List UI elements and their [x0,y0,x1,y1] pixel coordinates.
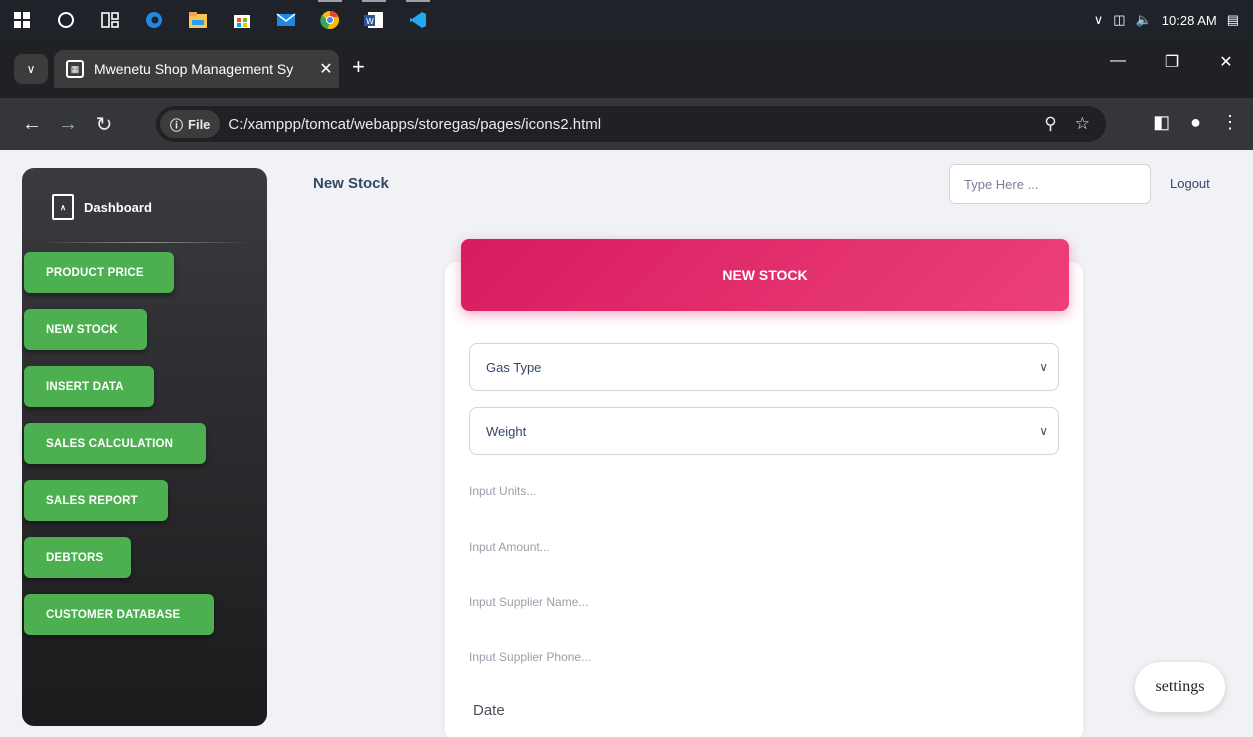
forward-icon[interactable]: → [50,113,86,136]
word-icon[interactable]: W [352,0,396,40]
svg-text:W: W [366,17,374,26]
new-tab-icon[interactable]: + [352,54,365,80]
browser-tab[interactable]: ▦ Mwenetu Shop Management Sy ✕ [54,50,339,88]
browser-tabstrip: ∨ ▦ Mwenetu Shop Management Sy ✕ + — ❐ ✕ [0,40,1253,98]
system-tray: ∨ ◫ 🔈 10:28 AM ▤ [1094,12,1253,28]
bookmark-star-icon[interactable]: ☆ [1075,114,1090,134]
weight-select[interactable]: Weight ∨ [469,407,1059,455]
search-circle-icon[interactable] [44,0,88,40]
restore-icon[interactable]: ❐ [1145,52,1199,72]
supplier-name-input[interactable]: Input Supplier Name... [469,595,588,609]
menu-kebab-icon[interactable]: ⋮ [1221,112,1239,133]
sidebar: ∧ Dashboard PRODUCT PRICE NEW STOCK INSE… [22,168,267,726]
file-explorer-icon[interactable] [176,0,220,40]
url-text[interactable]: C:/xamppp/tomcat/webapps/storegas/pages/… [228,116,601,133]
site-info-label: File [188,116,211,132]
site-info-chip[interactable]: ⓘ File [160,110,221,138]
side-panel-icon[interactable]: ◧ [1153,112,1170,133]
store-icon[interactable] [220,0,264,40]
chevron-down-icon: ∨ [1039,424,1048,438]
info-icon: ⓘ [170,117,184,133]
profile-icon[interactable]: ● [1190,112,1201,133]
sidebar-divider [38,242,252,243]
zoom-icon[interactable]: ⚲ [1044,114,1056,134]
sidebar-item-sales-report[interactable]: SALES REPORT [24,480,168,521]
window-controls: — ❐ ✕ [1091,52,1253,72]
search-input[interactable]: Type Here ... [949,164,1151,204]
supplier-phone-input[interactable]: Input Supplier Phone... [469,650,591,664]
brand-label: Dashboard [84,199,152,215]
network-icon[interactable]: ◫ [1113,12,1125,28]
tab-close-icon[interactable]: ✕ [313,59,339,79]
tab-title: Mwenetu Shop Management Sy [94,61,294,77]
vscode-icon[interactable] [396,0,440,40]
chevron-up-icon[interactable]: ∨ [1094,12,1104,28]
mail-icon[interactable] [264,0,308,40]
gas-type-value: Gas Type [486,359,542,375]
reload-icon[interactable]: ↻ [86,112,122,137]
logout-link[interactable]: Logout [1170,176,1210,191]
page-content: ∧ Dashboard PRODUCT PRICE NEW STOCK INSE… [0,150,1253,737]
sidebar-item-customer-database[interactable]: CUSTOMER DATABASE [24,594,214,635]
amount-input[interactable]: Input Amount... [469,540,550,554]
close-window-icon[interactable]: ✕ [1199,52,1253,72]
weight-value: Weight [486,423,527,439]
sidebar-item-new-stock[interactable]: NEW STOCK [24,309,147,350]
sidebar-item-debtors[interactable]: DEBTORS [24,537,131,578]
notification-icon[interactable]: ▤ [1227,12,1239,28]
dashboard-icon: ∧ [52,194,74,220]
tab-search-chevron-icon[interactable]: ∨ [14,54,48,84]
clock-time[interactable]: 10:28 AM [1162,13,1217,28]
address-bar[interactable]: ⓘ File C:/xamppp/tomcat/webapps/storegas… [156,106,1106,142]
taskbar: W ∨ ◫ 🔈 10:28 AM ▤ [0,0,1253,40]
chevron-down-icon: ∨ [1039,360,1048,374]
page-title: New Stock [313,175,389,192]
gas-type-select[interactable]: Gas Type ∨ [469,343,1059,391]
back-icon[interactable]: ← [14,113,50,136]
windows-start-icon[interactable] [0,0,44,40]
sidebar-item-sales-calculation[interactable]: SALES CALCULATION [24,423,206,464]
sidebar-item-insert-data[interactable]: INSERT DATA [24,366,154,407]
minimize-icon[interactable]: — [1091,52,1145,72]
card-header: NEW STOCK [461,239,1069,311]
sidebar-item-product-price[interactable]: PRODUCT PRICE [24,252,174,293]
browser-toolbar: ← → ↻ ⓘ File C:/xamppp/tomcat/webapps/st… [0,98,1253,150]
units-input[interactable]: Input Units... [469,484,536,498]
sidebar-brand[interactable]: ∧ Dashboard [52,194,152,220]
edge-icon[interactable] [132,0,176,40]
volume-icon[interactable]: 🔈 [1136,12,1152,28]
date-label: Date [473,702,505,719]
new-stock-card [445,262,1083,737]
chrome-icon[interactable] [308,0,352,40]
settings-button[interactable]: settings [1135,662,1225,712]
favicon-icon: ▦ [66,60,84,78]
task-view-icon[interactable] [88,0,132,40]
